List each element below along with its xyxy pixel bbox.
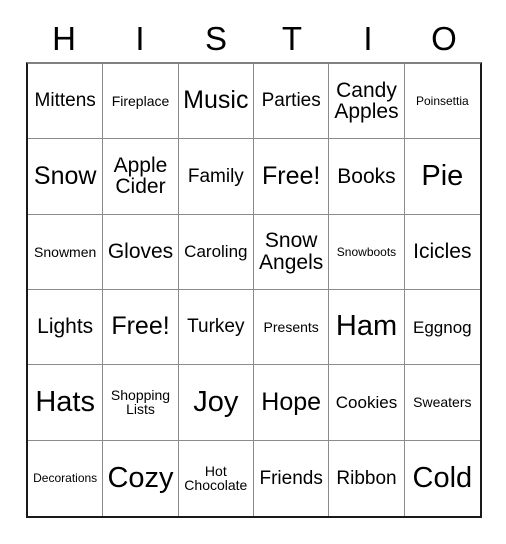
- bingo-cell-label: Ribbon: [336, 467, 397, 489]
- bingo-cell-label: Parties: [261, 90, 321, 112]
- bingo-cell[interactable]: Candy Apples: [329, 64, 405, 140]
- bingo-cell[interactable]: Lights: [28, 290, 104, 366]
- bingo-cell[interactable]: Cozy: [103, 440, 179, 516]
- bingo-cell-label: Ham: [335, 310, 398, 343]
- bingo-cell[interactable]: Gloves: [103, 214, 179, 290]
- bingo-cell-label: Eggnog: [413, 317, 472, 337]
- bingo-cell-label: Decorations: [33, 471, 98, 486]
- bingo-cell-label: Free!: [111, 312, 170, 341]
- bingo-cell[interactable]: Icicles: [404, 214, 480, 290]
- bingo-header-letter-5: O: [431, 20, 457, 57]
- bingo-cell[interactable]: Fireplace: [103, 64, 179, 140]
- bingo-cell-label: Sweaters: [413, 394, 472, 411]
- bingo-header-letter-3: T: [281, 20, 303, 57]
- bingo-cell[interactable]: Snow Angels: [254, 214, 330, 290]
- bingo-cell-label: Mittens: [34, 90, 96, 112]
- bingo-cell[interactable]: Snow: [28, 139, 104, 215]
- bingo-cell-label: Cozy: [107, 461, 174, 494]
- bingo-cell[interactable]: Hope: [254, 365, 330, 441]
- bingo-cell-label: Hope: [261, 387, 322, 416]
- bingo-cell[interactable]: Shopping Lists: [103, 365, 179, 441]
- bingo-cell[interactable]: Turkey: [178, 290, 254, 366]
- bingo-cell-label: Snowboots: [336, 244, 397, 259]
- bingo-cell[interactable]: Books: [329, 139, 405, 215]
- bingo-cell-label: Lights: [37, 315, 94, 339]
- bingo-cell[interactable]: Presents: [254, 290, 330, 366]
- bingo-cell-label: Snowmen: [34, 243, 97, 260]
- bingo-cell[interactable]: Ham: [329, 290, 405, 366]
- bingo-cell-label: Cookies: [335, 392, 398, 412]
- bingo-cell-label: Friends: [259, 467, 323, 489]
- bingo-cell[interactable]: Cookies: [329, 365, 405, 441]
- bingo-cell-label: Joy: [193, 385, 239, 418]
- bingo-cell[interactable]: Mittens: [28, 64, 104, 140]
- bingo-cell[interactable]: Family: [178, 139, 254, 215]
- bingo-header-letter-0: H: [52, 20, 76, 57]
- bingo-cell-label: Poinsettia: [415, 94, 469, 109]
- bingo-cell-label: Family: [187, 165, 244, 187]
- bingo-cell-label: Music: [183, 86, 249, 115]
- bingo-cell[interactable]: Cold: [404, 440, 480, 516]
- bingo-cell-label: Cold: [412, 461, 473, 494]
- bingo-header-letter-4: I: [363, 20, 373, 57]
- bingo-cell[interactable]: Music: [178, 64, 254, 140]
- bingo-cell-label: Hats: [35, 385, 95, 418]
- bingo-cell[interactable]: Ribbon: [329, 440, 405, 516]
- bingo-cell[interactable]: Snowmen: [28, 214, 104, 290]
- bingo-cell-label: Pie: [421, 159, 464, 192]
- bingo-cell-label: Gloves: [107, 240, 174, 264]
- bingo-header-letter-2: S: [204, 20, 227, 57]
- bingo-cell-label: Shopping Lists: [110, 387, 171, 418]
- bingo-grid: Mittens Fireplace Music Parties Candy Apples…: [26, 62, 482, 518]
- bingo-cell-label: Turkey: [187, 316, 245, 338]
- bingo-header-row: HISTIO: [26, 16, 482, 62]
- bingo-cell-label: Candy Apples: [334, 78, 399, 124]
- bingo-cell-label: Fireplace: [111, 93, 170, 110]
- bingo-cell[interactable]: Parties: [254, 64, 330, 140]
- bingo-cell[interactable]: Friends: [254, 440, 330, 516]
- bingo-cell-label: Caroling: [184, 242, 248, 262]
- bingo-cell-label: Books: [337, 164, 396, 188]
- bingo-cell-label: Icicles: [413, 240, 472, 264]
- bingo-cell[interactable]: Free!: [254, 139, 330, 215]
- bingo-cell[interactable]: Apple Cider: [103, 139, 179, 215]
- bingo-cell[interactable]: Free!: [103, 290, 179, 366]
- bingo-cell[interactable]: Hats: [28, 365, 104, 441]
- bingo-cell-label: Hot Chocolate: [184, 463, 248, 494]
- bingo-cell[interactable]: Decorations: [28, 440, 104, 516]
- bingo-cell[interactable]: Eggnog: [404, 290, 480, 366]
- bingo-cell-label: Apple Cider: [113, 154, 168, 199]
- bingo-cell[interactable]: Poinsettia: [404, 64, 480, 140]
- bingo-cell[interactable]: Sweaters: [404, 365, 480, 441]
- bingo-card: H I S T I O Mittens Fireplace Music Parties Candy…: [0, 0, 506, 544]
- bingo-cell-label: Free!: [261, 161, 321, 190]
- bingo-header-letter-1: I: [135, 20, 145, 57]
- bingo-cell-label: Snow: [33, 161, 97, 190]
- bingo-cell-label: Snow Angels: [259, 229, 324, 274]
- bingo-cell[interactable]: Pie: [404, 139, 480, 215]
- bingo-cell-label: Presents: [263, 319, 319, 336]
- bingo-cell[interactable]: Caroling: [178, 214, 254, 290]
- bingo-cell[interactable]: Hot Chocolate: [178, 440, 254, 516]
- bingo-cell[interactable]: Snowboots: [329, 214, 405, 290]
- bingo-cell[interactable]: Joy: [178, 365, 254, 441]
